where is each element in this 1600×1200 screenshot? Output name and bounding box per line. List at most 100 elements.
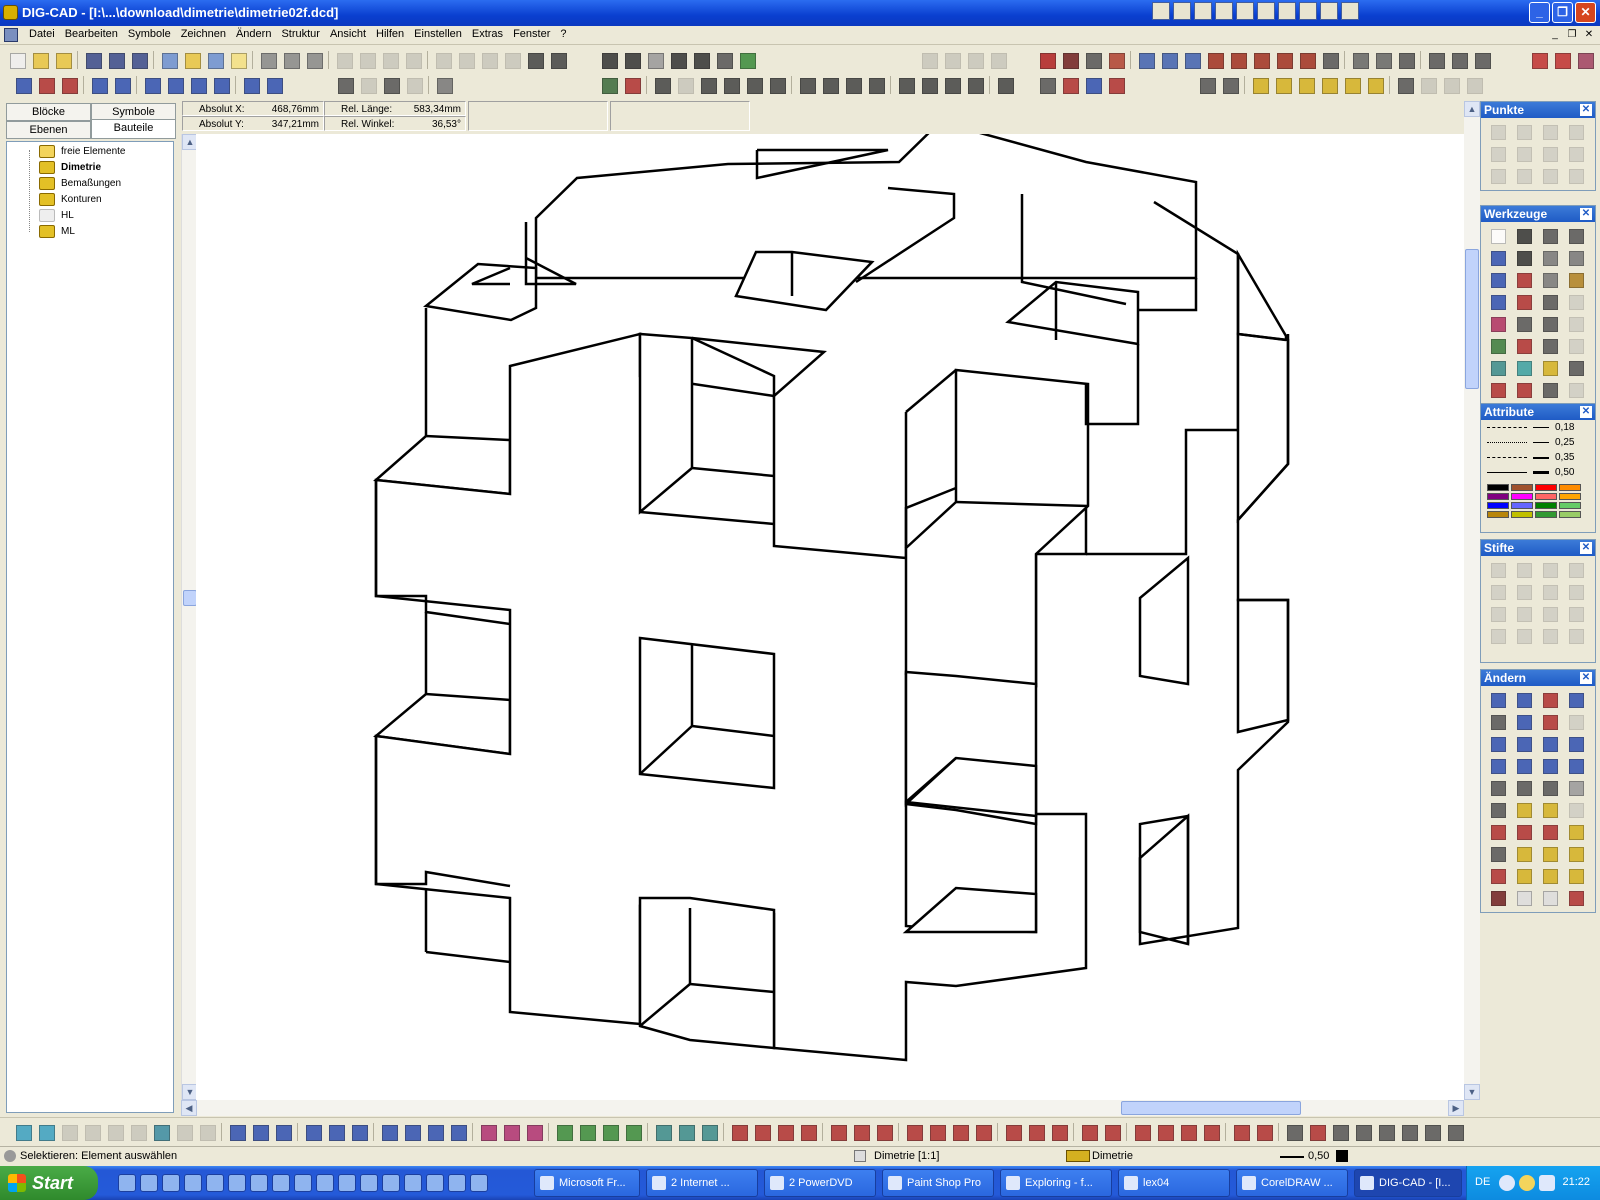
tree-item-ml[interactable]: ML [39, 224, 75, 239]
line-width-050[interactable]: 0,50 [1481, 465, 1595, 480]
language-indicator[interactable]: DE [1475, 1176, 1490, 1188]
solid-h-icon[interactable] [173, 1121, 195, 1143]
ie-icon[interactable] [140, 1174, 158, 1192]
mod-aa-icon[interactable] [1539, 822, 1561, 842]
open-recent-icon[interactable] [52, 49, 74, 71]
horizontal-scrollbar[interactable]: ◀ ▶ [181, 1100, 1464, 1116]
trim-icon[interactable] [1250, 49, 1272, 71]
keyboard-icon[interactable] [433, 74, 455, 96]
mod-f-icon[interactable] [1513, 712, 1535, 732]
drawing-canvas[interactable] [196, 120, 1464, 1100]
mod-x-icon[interactable] [1565, 800, 1587, 820]
paste-special-icon[interactable] [402, 49, 424, 71]
mod-z-icon[interactable] [1513, 822, 1535, 842]
rows-icon[interactable] [164, 74, 186, 96]
menu-ansicht[interactable]: Ansicht [325, 28, 371, 40]
task-paint-shop-pro[interactable]: Paint Shop Pro [882, 1169, 994, 1197]
struct-g-icon[interactable] [1421, 1121, 1443, 1143]
intersect-icon[interactable] [1487, 144, 1509, 164]
select-layer-icon[interactable] [1565, 270, 1587, 290]
right-vertical-scrollbar[interactable]: ▲ ▼ [1464, 101, 1480, 1100]
digcad-icon[interactable] [162, 1174, 180, 1192]
bulb-icon[interactable] [1539, 358, 1561, 378]
color-swatch[interactable] [1511, 493, 1533, 500]
app-a-icon[interactable] [184, 1174, 202, 1192]
select-window-icon[interactable] [1539, 248, 1561, 268]
tree-item-konturen[interactable]: Konturen [39, 192, 102, 207]
line-icon[interactable] [1487, 248, 1509, 268]
offset-point-icon[interactable] [1565, 166, 1587, 186]
nearest-icon[interactable] [1565, 144, 1587, 164]
divide-icon[interactable] [1539, 166, 1561, 186]
dim-b-icon[interactable] [1025, 1121, 1047, 1143]
zoom-next-icon[interactable] [865, 74, 887, 96]
select-arrow-icon[interactable] [1487, 226, 1509, 246]
mdi-close-button[interactable]: ✕ [1582, 28, 1596, 42]
insert-c-icon[interactable] [1082, 74, 1104, 96]
scroll-thumb[interactable] [1465, 249, 1479, 389]
task-powerdvd[interactable]: 2 PowerDVD [764, 1169, 876, 1197]
parallel-icon[interactable] [302, 1121, 324, 1143]
stretch-icon[interactable] [1227, 49, 1249, 71]
part-c-icon[interactable] [1295, 74, 1317, 96]
status-layer[interactable]: Dimetrie [1092, 1150, 1133, 1162]
undo-icon[interactable] [432, 49, 454, 71]
task-lex04[interactable]: lex04 [1118, 1169, 1230, 1197]
mod-ag-icon[interactable] [1487, 866, 1509, 886]
dim-j-icon[interactable] [1230, 1121, 1252, 1143]
color-swatch[interactable] [1511, 511, 1533, 518]
dim-k-icon[interactable] [1253, 1121, 1275, 1143]
table-icon[interactable] [1395, 49, 1417, 71]
select-box-icon[interactable] [380, 74, 402, 96]
stack-icon[interactable] [141, 74, 163, 96]
solid-g-icon[interactable] [150, 1121, 172, 1143]
arc-a-icon[interactable] [553, 1121, 575, 1143]
cube-outline-icon[interactable] [1513, 888, 1535, 908]
draw-cross-icon[interactable] [272, 1121, 294, 1143]
color-swatch[interactable] [1487, 502, 1509, 509]
parallel-2-icon[interactable] [325, 1121, 347, 1143]
part-e-icon[interactable] [1341, 74, 1363, 96]
mail-icon[interactable] [1152, 2, 1170, 20]
clock[interactable]: 21:22 [1562, 1176, 1590, 1188]
break-c-icon[interactable] [873, 1121, 895, 1143]
zoom-fit-icon[interactable] [651, 74, 673, 96]
circle-c-icon[interactable] [523, 1121, 545, 1143]
color-swatch[interactable] [1535, 493, 1557, 500]
dimension-icon[interactable] [1513, 380, 1535, 400]
redo-icon[interactable] [455, 49, 477, 71]
menu-bearbeiten[interactable]: Bearbeiten [60, 28, 123, 40]
zoom-b-icon[interactable] [918, 74, 940, 96]
folder-icon[interactable] [181, 49, 203, 71]
tool-a-icon[interactable] [918, 49, 940, 71]
document-icon[interactable] [4, 28, 18, 42]
trim-a-icon[interactable] [728, 1121, 750, 1143]
library-icon[interactable] [204, 49, 226, 71]
close-button[interactable]: ✕ [1575, 2, 1596, 23]
menu-fenster[interactable]: Fenster [508, 28, 555, 40]
struct-h-icon[interactable] [1444, 1121, 1466, 1143]
circle-b-icon[interactable] [500, 1121, 522, 1143]
center-point-icon[interactable] [1513, 122, 1535, 142]
dim-f-icon[interactable] [1131, 1121, 1153, 1143]
mod-ad-icon[interactable] [1513, 844, 1535, 864]
zoom-a-icon[interactable] [895, 74, 917, 96]
pen-4-icon[interactable] [1565, 560, 1587, 580]
mod-o-icon[interactable] [1539, 756, 1561, 776]
scroll-left-arrow[interactable]: ◀ [181, 1100, 197, 1116]
solid-b-icon[interactable] [35, 1121, 57, 1143]
cancel-icon[interactable] [478, 49, 500, 71]
solid-i-icon[interactable] [196, 1121, 218, 1143]
extend-icon[interactable] [1273, 49, 1295, 71]
attribute-close-button[interactable]: ✕ [1580, 406, 1592, 418]
menu-help[interactable]: ? [555, 28, 571, 40]
pan-icon[interactable] [697, 74, 719, 96]
mod-ab-icon[interactable] [1565, 822, 1587, 842]
linetype-dot[interactable] [1487, 442, 1527, 443]
select-crossing-icon[interactable] [1565, 248, 1587, 268]
mod-af-icon[interactable] [1565, 844, 1587, 864]
hammer-icon[interactable] [1372, 49, 1394, 71]
pen-6-icon[interactable] [1513, 582, 1535, 602]
menu-struktur[interactable]: Struktur [276, 28, 325, 40]
book-icon[interactable] [158, 49, 180, 71]
